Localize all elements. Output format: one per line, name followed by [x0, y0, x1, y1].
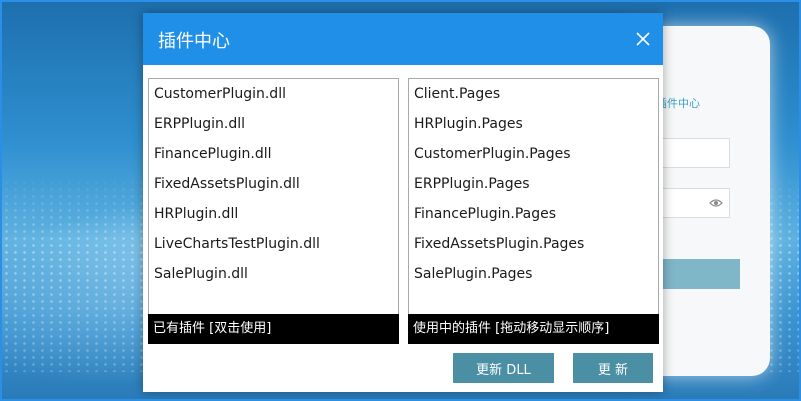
eye-icon[interactable]	[709, 198, 723, 208]
close-icon[interactable]	[634, 30, 652, 48]
active-plugins-footer: 使用中的插件 [拖动移动显示顺序]	[408, 314, 659, 344]
app-window: 插件中心 插件中心 CustomerPlugin.dll ERPPlugin.dl…	[0, 0, 801, 401]
active-plugins-list-item[interactable]: SalePlugin.Pages	[409, 259, 658, 289]
active-plugins-list-item[interactable]: HRPlugin.Pages	[409, 109, 658, 139]
installed-plugins-list-item[interactable]: CustomerPlugin.dll	[149, 79, 398, 109]
active-plugins-list[interactable]: Client.Pages HRPlugin.Pages CustomerPlugin…	[408, 78, 659, 344]
dialog-header: 插件中心	[143, 13, 663, 65]
update-dll-button[interactable]: 更新 DLL	[453, 353, 554, 383]
active-plugins-list-item[interactable]: CustomerPlugin.Pages	[409, 139, 658, 169]
installed-plugins-list-item[interactable]: FixedAssetsPlugin.dll	[149, 169, 398, 199]
active-plugins-list-item[interactable]: FixedAssetsPlugin.Pages	[409, 229, 658, 259]
plugin-center-dialog: 插件中心 CustomerPlugin.dll ERPPlugin.dll Fina…	[143, 13, 663, 392]
active-plugins-items: Client.Pages HRPlugin.Pages CustomerPlugin…	[409, 79, 658, 289]
installed-plugins-footer: 已有插件 [双击使用]	[148, 314, 399, 344]
installed-plugins-list-item[interactable]: HRPlugin.dll	[149, 199, 398, 229]
installed-plugins-list-item[interactable]: LiveChartsTestPlugin.dll	[149, 229, 398, 259]
dialog-title: 插件中心	[158, 31, 230, 52]
login-button[interactable]	[650, 259, 740, 289]
active-plugins-list-item[interactable]: ERPPlugin.Pages	[409, 169, 658, 199]
active-plugins-list-item[interactable]: FinancePlugin.Pages	[409, 199, 658, 229]
installed-plugins-list[interactable]: CustomerPlugin.dll ERPPlugin.dll FinancePl…	[148, 78, 399, 344]
installed-plugins-list-item[interactable]: ERPPlugin.dll	[149, 109, 398, 139]
active-plugins-list-item[interactable]: Client.Pages	[409, 79, 658, 109]
installed-plugins-items: CustomerPlugin.dll ERPPlugin.dll FinancePl…	[149, 79, 398, 289]
installed-plugins-list-item[interactable]: SalePlugin.dll	[149, 259, 398, 289]
installed-plugins-list-item[interactable]: FinancePlugin.dll	[149, 139, 398, 169]
update-button[interactable]: 更 新	[573, 353, 653, 383]
